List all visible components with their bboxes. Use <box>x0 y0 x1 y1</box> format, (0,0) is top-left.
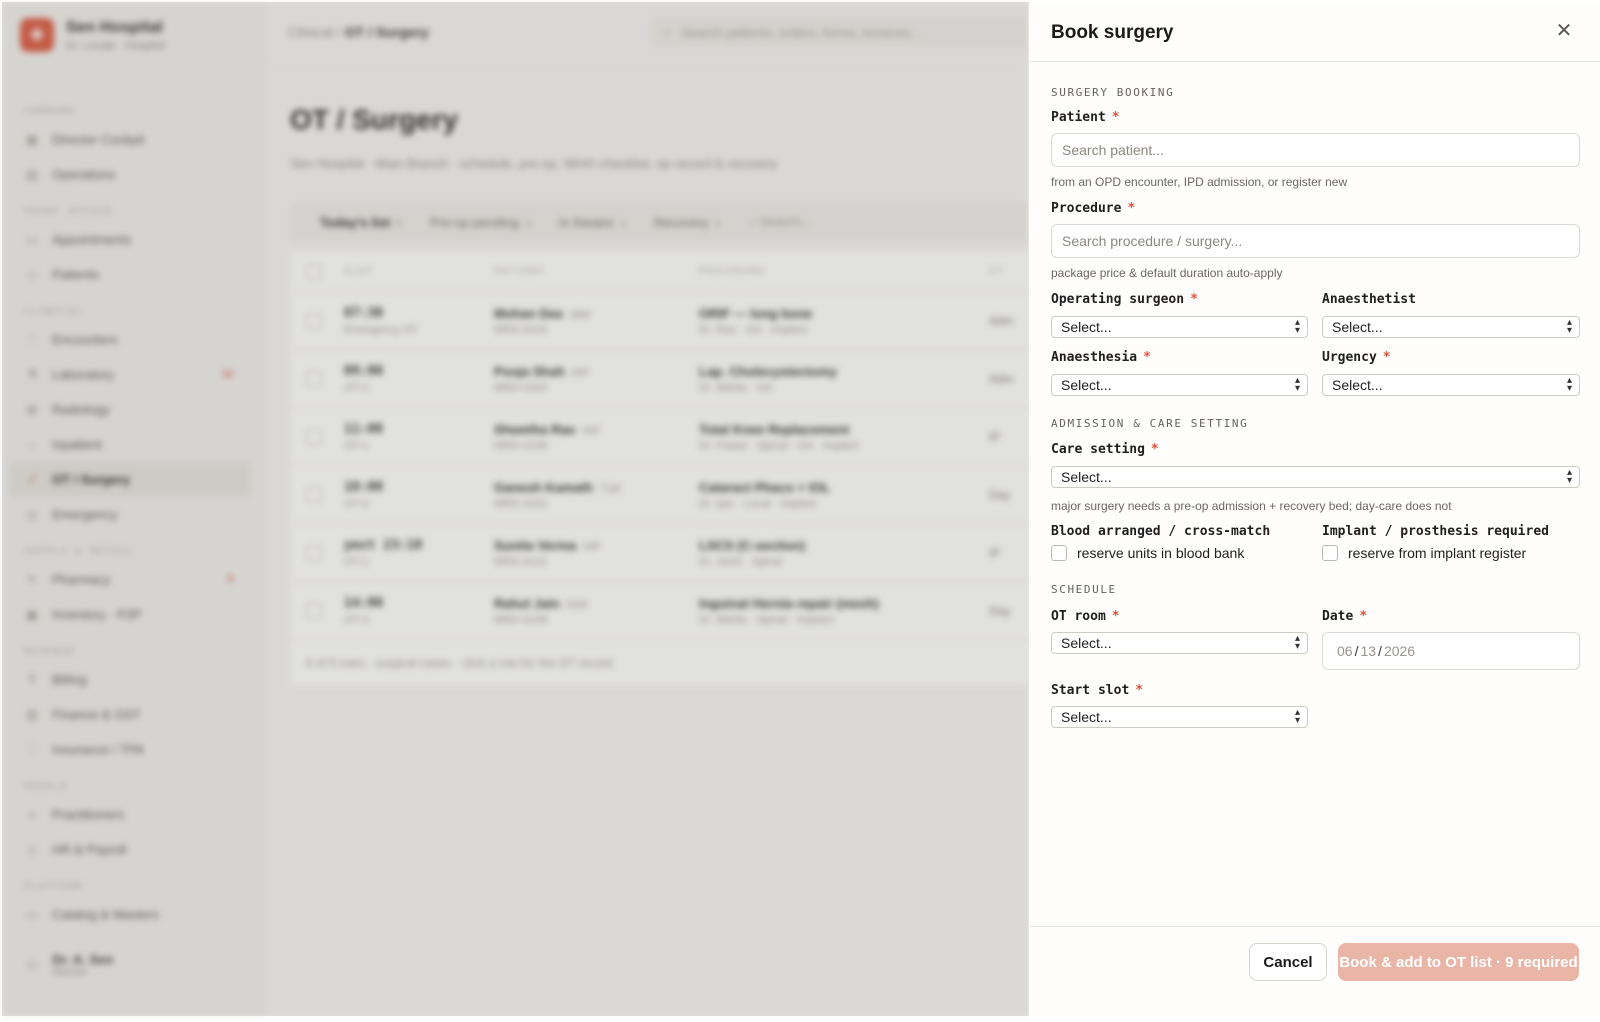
start-slot-label: Start slot * <box>1051 683 1144 698</box>
procedure-search-input[interactable] <box>1051 224 1580 258</box>
section-admission-care: ADMISSION & CARE SETTING <box>1051 417 1249 430</box>
date-separator: / <box>1354 643 1359 659</box>
cancel-button[interactable]: Cancel <box>1249 943 1327 981</box>
date-label: Date * <box>1322 609 1368 624</box>
procedure-hint: package price & default duration auto-ap… <box>1051 266 1283 280</box>
anaesthetist-label: Anaesthetist <box>1322 292 1416 307</box>
anaesthetist-select[interactable]: Select... ▴ ▾ <box>1322 316 1580 338</box>
chevron-updown-icon: ▴ ▾ <box>1294 707 1300 726</box>
blood-checkbox[interactable] <box>1051 545 1067 561</box>
date-separator: / <box>1378 643 1382 659</box>
anaesthesia-label: Anaesthesia * <box>1051 350 1151 365</box>
date-input[interactable]: 06/13/2026 <box>1322 632 1580 670</box>
start-slot-select[interactable]: Select... ▴ ▾ <box>1051 706 1308 728</box>
chevron-updown-icon: ▴ ▾ <box>1294 375 1300 394</box>
urgency-select[interactable]: Select... ▴ ▾ <box>1322 374 1580 396</box>
section-schedule: SCHEDULE <box>1051 583 1117 596</box>
date-year[interactable]: 2026 <box>1384 643 1415 659</box>
date-month[interactable]: 06 <box>1337 643 1353 659</box>
ot-room-select[interactable]: Select... ▴ ▾ <box>1051 632 1308 654</box>
ot-room-label: OT room * <box>1051 609 1120 624</box>
chevron-updown-icon: ▴ ▾ <box>1294 633 1300 652</box>
chevron-updown-icon: ▴ ▾ <box>1566 467 1572 486</box>
book-surgery-button[interactable]: Book & add to OT list · 9 required <box>1338 943 1579 981</box>
blood-checkbox-label: reserve units in blood bank <box>1077 545 1245 561</box>
anaesthesia-select[interactable]: Select... ▴ ▾ <box>1051 374 1308 396</box>
close-icon[interactable]: ✕ <box>1552 18 1576 42</box>
chevron-updown-icon: ▴ ▾ <box>1566 375 1572 394</box>
date-day[interactable]: 13 <box>1360 643 1376 659</box>
implant-checkbox-row[interactable]: reserve from implant register <box>1322 545 1526 561</box>
care-setting-select[interactable]: Select... ▴ ▾ <box>1051 466 1580 488</box>
chevron-updown-icon: ▴ ▾ <box>1294 317 1300 336</box>
patient-hint: from an OPD encounter, IPD admission, or… <box>1051 175 1348 189</box>
care-setting-hint: major surgery needs a pre-op admission +… <box>1051 499 1452 513</box>
modal-scrim[interactable] <box>2 2 1028 1016</box>
implant-checkbox[interactable] <box>1322 545 1338 561</box>
drawer-header: Book surgery ✕ <box>1029 2 1600 62</box>
implant-label: Implant / prosthesis required <box>1322 524 1549 539</box>
blood-label: Blood arranged / cross-match <box>1051 524 1271 539</box>
drawer-footer: Cancel Book & add to OT list · 9 require… <box>1029 926 1600 1016</box>
implant-checkbox-label: reserve from implant register <box>1348 545 1527 561</box>
drawer-title: Book surgery <box>1051 22 1174 43</box>
care-setting-label: Care setting * <box>1051 442 1159 457</box>
section-surgery-booking: SURGERY BOOKING <box>1051 86 1175 99</box>
procedure-label: Procedure * <box>1051 201 1136 216</box>
patient-search-input[interactable] <box>1051 133 1580 167</box>
book-surgery-drawer: Book surgery ✕ SURGERY BOOKING Patient * … <box>1028 2 1600 1016</box>
chevron-updown-icon: ▴ ▾ <box>1566 317 1572 336</box>
patient-label: Patient * <box>1051 110 1120 125</box>
surgeon-label: Operating surgeon * <box>1051 292 1198 307</box>
blood-checkbox-row[interactable]: reserve units in blood bank <box>1051 545 1244 561</box>
surgeon-select[interactable]: Select... ▴ ▾ <box>1051 316 1308 338</box>
urgency-label: Urgency * <box>1322 350 1391 365</box>
